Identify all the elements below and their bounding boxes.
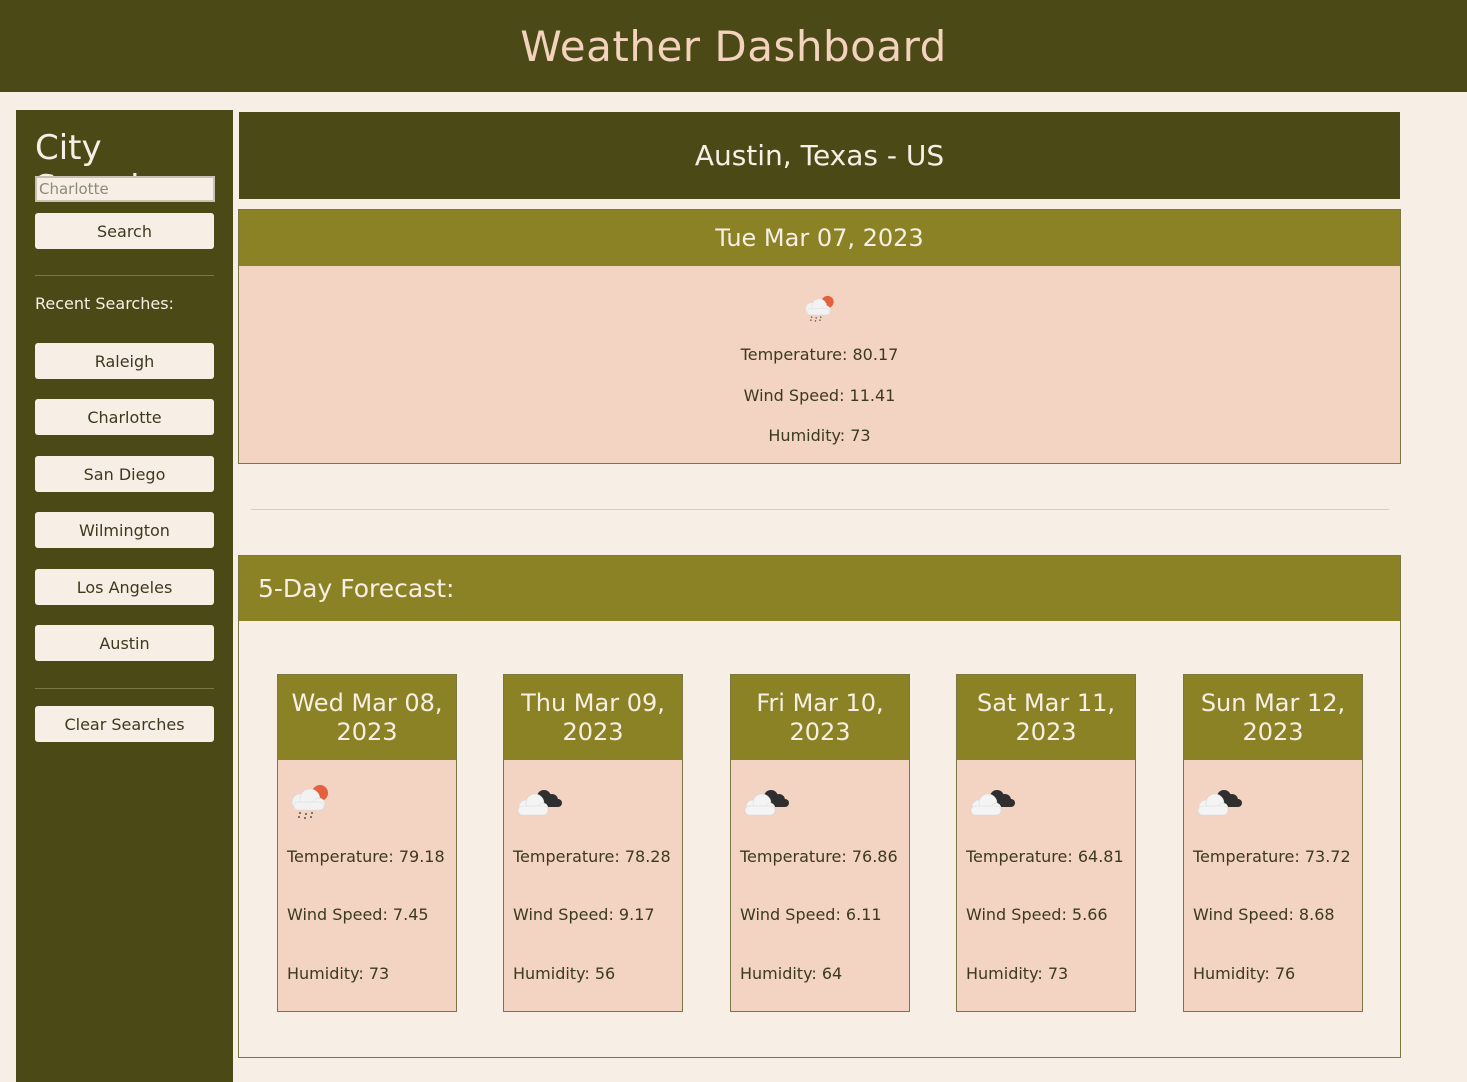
current-date: Tue Mar 07, 2023 bbox=[715, 224, 924, 252]
current-wind-speed: Wind Speed: 11.41 bbox=[743, 386, 896, 405]
forecast-day-header: Sat Mar 11, 2023 bbox=[957, 675, 1135, 760]
section-divider bbox=[251, 509, 1389, 510]
page-title: Weather Dashboard bbox=[520, 21, 947, 71]
clouds-icon bbox=[744, 790, 789, 816]
forecast-date: Sat Mar 11, 2023 bbox=[976, 688, 1116, 746]
city-name: Austin, Texas - US bbox=[694, 139, 945, 172]
sidebar-divider bbox=[35, 275, 214, 276]
clouds-icon bbox=[1197, 790, 1242, 816]
forecast-humidity: Humidity: 73 bbox=[287, 964, 390, 983]
recent-search-button[interactable]: San Diego bbox=[35, 456, 214, 492]
forecast-day-card: Sat Mar 11, 2023 Temperature: 64.81 Wind… bbox=[956, 674, 1136, 1012]
current-date-header: Tue Mar 07, 2023 bbox=[239, 210, 1400, 266]
rain-sun-icon bbox=[805, 295, 834, 322]
forecast-temperature: Temperature: 64.81 bbox=[966, 847, 1124, 866]
forecast-wind-speed: Wind Speed: 8.68 bbox=[1193, 905, 1335, 924]
forecast-humidity: Humidity: 76 bbox=[1193, 964, 1296, 983]
forecast-date: Wed Mar 08, 2023 bbox=[291, 688, 443, 746]
city-header: Austin, Texas - US bbox=[239, 112, 1400, 199]
recent-searches-label: Recent Searches: bbox=[35, 294, 174, 313]
forecast-temperature: Temperature: 73.72 bbox=[1193, 847, 1351, 866]
forecast-humidity: Humidity: 56 bbox=[513, 964, 616, 983]
forecast-day-card: Thu Mar 09, 2023 Temperature: 78.28 Wind… bbox=[503, 674, 683, 1012]
forecast-temperature: Temperature: 78.28 bbox=[513, 847, 671, 866]
forecast-wind-speed: Wind Speed: 7.45 bbox=[287, 905, 429, 924]
sidebar-divider bbox=[35, 688, 214, 689]
forecast-temperature: Temperature: 76.86 bbox=[740, 847, 898, 866]
forecast-date: Fri Mar 10, 2023 bbox=[756, 688, 884, 746]
forecast-day-card: Sun Mar 12, 2023 Temperature: 73.72 Wind… bbox=[1183, 674, 1363, 1012]
five-day-forecast: 5-Day Forecast: Wed Mar 08, 2023 Tempera… bbox=[238, 555, 1401, 1058]
forecast-wind-speed: Wind Speed: 5.66 bbox=[966, 905, 1108, 924]
forecast-day-header: Fri Mar 10, 2023 bbox=[731, 675, 909, 760]
current-weather-card: Tue Mar 07, 2023 Temperature: 80.17 Wind… bbox=[238, 209, 1401, 464]
forecast-wind-speed: Wind Speed: 6.11 bbox=[740, 905, 882, 924]
city-search-input[interactable] bbox=[35, 176, 215, 202]
forecast-day-card: Fri Mar 10, 2023 Temperature: 76.86 Wind… bbox=[730, 674, 910, 1012]
forecast-wind-speed: Wind Speed: 9.17 bbox=[513, 905, 655, 924]
forecast-day-header: Thu Mar 09, 2023 bbox=[504, 675, 682, 760]
forecast-humidity: Humidity: 73 bbox=[966, 964, 1069, 983]
current-humidity: Humidity: 73 bbox=[768, 426, 871, 445]
clear-searches-button[interactable]: Clear Searches bbox=[35, 706, 214, 742]
forecast-temperature: Temperature: 79.18 bbox=[287, 847, 445, 866]
clouds-icon bbox=[970, 790, 1015, 816]
recent-search-button[interactable]: Wilmington bbox=[35, 512, 214, 548]
forecast-day-card: Wed Mar 08, 2023 Temperature: 79.18 Wind… bbox=[277, 674, 457, 1012]
forecast-day-header: Sun Mar 12, 2023 bbox=[1184, 675, 1362, 760]
forecast-date: Thu Mar 09, 2023 bbox=[521, 688, 665, 746]
search-button[interactable]: Search bbox=[35, 213, 214, 249]
current-temperature: Temperature: 80.17 bbox=[740, 345, 899, 364]
recent-search-button[interactable]: Austin bbox=[35, 625, 214, 661]
forecast-header: 5-Day Forecast: bbox=[239, 556, 1400, 621]
forecast-title: 5-Day Forecast: bbox=[258, 574, 455, 603]
clouds-icon bbox=[517, 790, 562, 816]
recent-search-button[interactable]: Charlotte bbox=[35, 399, 214, 435]
forecast-date: Sun Mar 12, 2023 bbox=[1200, 688, 1346, 746]
rain-sun-icon bbox=[291, 785, 328, 819]
forecast-humidity: Humidity: 64 bbox=[740, 964, 843, 983]
forecast-day-header: Wed Mar 08, 2023 bbox=[278, 675, 456, 760]
page-header: Weather Dashboard bbox=[0, 0, 1467, 92]
recent-search-button[interactable]: Los Angeles bbox=[35, 569, 214, 605]
recent-search-button[interactable]: Raleigh bbox=[35, 343, 214, 379]
sidebar: City Search: Search Recent Searches: Ral… bbox=[16, 110, 233, 1082]
